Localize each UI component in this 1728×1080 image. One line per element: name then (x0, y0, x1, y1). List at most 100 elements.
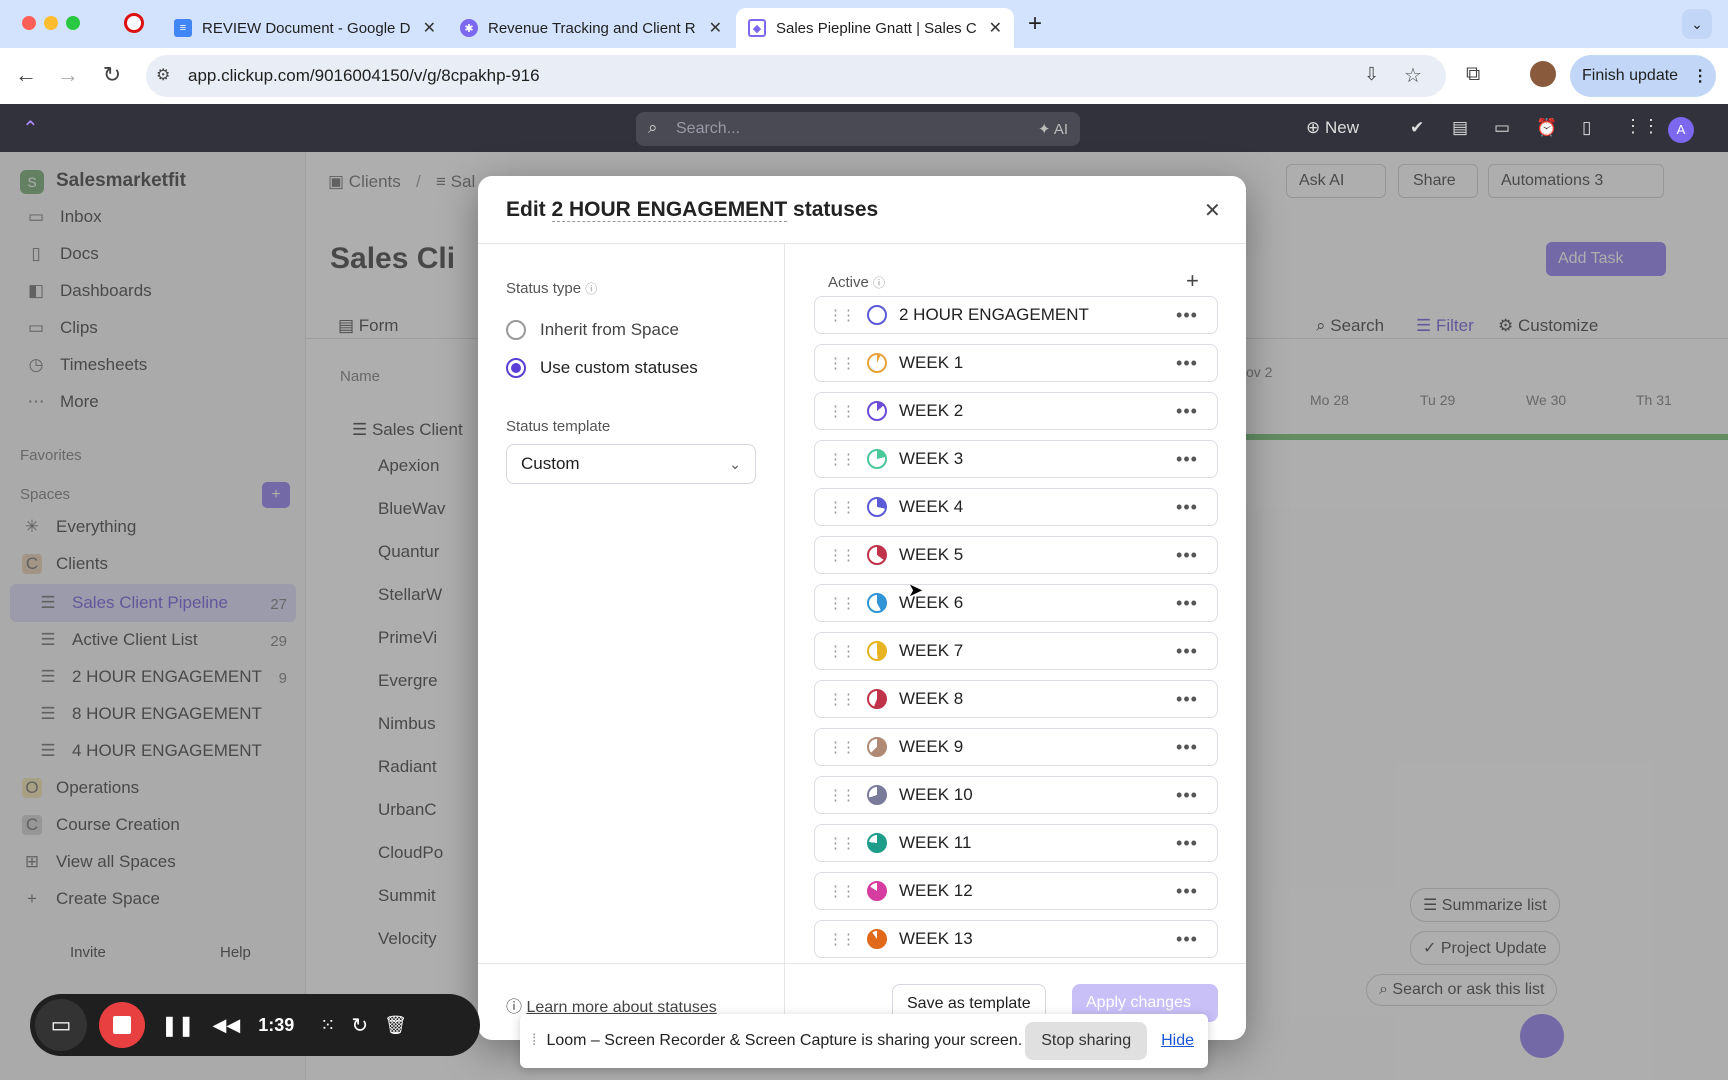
add-status-icon[interactable]: + (1186, 268, 1199, 294)
restart-icon[interactable]: ↻ (351, 1013, 368, 1038)
close-tab-icon[interactable]: ✕ (709, 18, 722, 38)
more-options-icon[interactable]: ••• (1157, 833, 1217, 854)
site-info-icon[interactable]: ⚙ (156, 65, 170, 85)
zoom-window-icon[interactable] (66, 16, 80, 30)
status-color-icon[interactable] (867, 593, 887, 613)
tab-review-document[interactable]: ≡ REVIEW Document - Google D ✕ (162, 8, 448, 48)
table-row[interactable]: PrimeVi (378, 628, 437, 648)
sidebar-list-8-hour[interactable]: ☰ 8 HOUR ENGAGEMENT (38, 704, 261, 724)
table-row[interactable]: Nimbus (378, 714, 436, 734)
status-row[interactable]: ⋮⋮ WEEK 13 ••• (814, 920, 1218, 958)
add-task-button[interactable]: Add Task (1546, 242, 1666, 276)
drag-handle-icon[interactable]: ⋮⋮ (815, 642, 867, 660)
sidebar-space-operations[interactable]: O Operations (22, 778, 139, 798)
sidebar-list-active-client-list[interactable]: ☰ Active Client List (38, 630, 197, 650)
drag-handle-icon[interactable]: ⋮⋮ (815, 546, 867, 564)
status-color-icon[interactable] (867, 641, 887, 661)
drag-handle-icon[interactable]: ⋮⋮ (815, 450, 867, 468)
drag-handle-icon[interactable]: ⋮⋮ (815, 402, 867, 420)
status-template-select[interactable]: Custom ⌄ (506, 444, 756, 484)
drag-handle-icon[interactable]: ⋮⋮ (815, 786, 867, 804)
status-color-icon[interactable] (867, 689, 887, 709)
more-options-icon[interactable]: ••• (1157, 401, 1217, 422)
sidebar-list-4-hour[interactable]: ☰ 4 HOUR ENGAGEMENT (38, 741, 261, 761)
status-color-icon[interactable] (867, 449, 887, 469)
pause-icon[interactable]: ❚❚ (161, 1013, 195, 1038)
filter-button[interactable]: ☰ Filter (1416, 316, 1474, 336)
sidebar-space-course-creation[interactable]: C Course Creation (22, 815, 180, 835)
tab-search-icon[interactable]: ⌄ (1682, 9, 1712, 39)
finish-update-button[interactable]: Finish update ⋮ (1570, 55, 1716, 97)
table-row[interactable]: BlueWav (378, 499, 445, 519)
video-clip-icon[interactable]: ▭ (1494, 118, 1510, 138)
bookmark-star-icon[interactable]: ☆ (1404, 63, 1422, 88)
more-options-icon[interactable]: ••• (1157, 497, 1217, 518)
sidebar-item-dashboards[interactable]: ◧ Dashboards (26, 281, 152, 301)
reload-icon[interactable]: ↻ (98, 62, 126, 88)
radio-use-custom-statuses[interactable]: Use custom statuses (506, 358, 698, 378)
forward-icon[interactable]: → (54, 62, 82, 88)
view-form[interactable]: ▤ Form (338, 316, 398, 336)
more-options-icon[interactable]: ••• (1157, 929, 1217, 950)
sidebar-space-clients[interactable]: C Clients (22, 554, 108, 574)
drag-handle-icon[interactable]: ⋮⋮ (815, 738, 867, 756)
rewind-icon[interactable]: ◀◀ (213, 1015, 241, 1036)
global-search-input[interactable]: ⌕ Search... ✦ AI (636, 112, 1080, 146)
apps-grid-icon[interactable]: ⋮⋮ (1624, 116, 1660, 137)
table-row[interactable]: Radiant (378, 757, 437, 777)
add-space-icon[interactable]: + (262, 482, 290, 508)
sidebar-item-more[interactable]: ⋯ More (26, 392, 99, 412)
hide-banner-link[interactable]: Hide (1161, 1032, 1194, 1050)
status-color-icon[interactable] (867, 353, 887, 373)
workspace-name[interactable]: Salesmarketfit (56, 170, 186, 192)
extensions-icon[interactable]: ⧉ (1466, 63, 1480, 86)
more-options-icon[interactable]: ••• (1157, 593, 1217, 614)
more-options-icon[interactable]: ••• (1157, 689, 1217, 710)
table-row[interactable]: Velocity (378, 929, 437, 949)
drag-handle-icon[interactable]: ⋮⋮ (815, 882, 867, 900)
sidebar-item-inbox[interactable]: ▭ Inbox (26, 207, 102, 227)
drag-handle-icon[interactable]: ⋮⋮ (815, 594, 867, 612)
more-options-icon[interactable]: ••• (1157, 881, 1217, 902)
radio-inherit-from-space[interactable]: Inherit from Space (506, 320, 679, 340)
sidebar-list-sales-client-pipeline[interactable]: ☰ Sales Client Pipeline (38, 593, 228, 613)
status-row[interactable]: ⋮⋮ WEEK 5 ••• (814, 536, 1218, 574)
kebab-menu-icon[interactable]: ⋮ (1692, 66, 1708, 86)
new-tab-icon[interactable]: + (1028, 10, 1042, 38)
new-button[interactable]: ⊕ New (1306, 118, 1359, 138)
drag-handle-icon[interactable]: ⋮⋮ (815, 354, 867, 372)
project-update-button[interactable]: ✓ Project Update (1410, 931, 1560, 965)
ai-search-button[interactable]: ✦ AI (1038, 120, 1068, 138)
alarm-icon[interactable]: ⏰ (1536, 118, 1557, 138)
status-row[interactable]: ⋮⋮ WEEK 11 ••• (814, 824, 1218, 862)
drag-handle-icon[interactable]: ⋮⋮ (815, 690, 867, 708)
status-row[interactable]: ⋮⋮ WEEK 6 ••• (814, 584, 1218, 622)
back-icon[interactable]: ← (12, 62, 40, 88)
table-row[interactable]: Summit (378, 886, 436, 906)
more-options-icon[interactable]: ••• (1157, 737, 1217, 758)
tab-sales-pipeline-gantt[interactable]: ◆ Sales Piepline Gnatt | Sales C ✕ (736, 8, 1014, 48)
drag-handle-icon[interactable]: ⋮⋮ (815, 930, 867, 948)
sidebar-item-timesheets[interactable]: ◷ Timesheets (26, 355, 148, 375)
close-icon[interactable]: ✕ (1204, 198, 1221, 223)
status-row[interactable]: ⋮⋮ WEEK 2 ••• (814, 392, 1218, 430)
stop-sharing-button[interactable]: Stop sharing (1025, 1022, 1148, 1060)
drag-handle-icon[interactable]: ⋮⋮ (815, 498, 867, 516)
table-row[interactable]: CloudPo (378, 843, 443, 863)
close-tab-icon[interactable]: ✕ (989, 18, 1002, 38)
table-row[interactable]: StellarW (378, 585, 442, 605)
close-tab-icon[interactable]: ✕ (423, 18, 436, 38)
clickup-logo-icon[interactable]: ⌃ (22, 116, 39, 141)
help-link[interactable]: Help (220, 944, 251, 961)
docs-icon[interactable]: ▯ (1582, 118, 1591, 138)
status-row[interactable]: ⋮⋮ WEEK 1 ••• (814, 344, 1218, 382)
search-ask-list-input[interactable]: ⌕ Search or ask this list (1366, 974, 1558, 1006)
status-row[interactable]: ⋮⋮ WEEK 10 ••• (814, 776, 1218, 814)
camera-icon[interactable]: ▭ (35, 999, 87, 1051)
drag-handle-icon[interactable]: ⋮⋮ (815, 306, 867, 324)
more-options-icon[interactable]: ••• (1157, 305, 1217, 326)
more-options-icon[interactable]: ••• (1157, 353, 1217, 374)
close-window-icon[interactable] (22, 16, 36, 30)
sidebar-list-2-hour[interactable]: ☰ 2 HOUR ENGAGEMENT (38, 667, 261, 687)
ask-ai-button[interactable]: Ask AI (1286, 164, 1386, 198)
